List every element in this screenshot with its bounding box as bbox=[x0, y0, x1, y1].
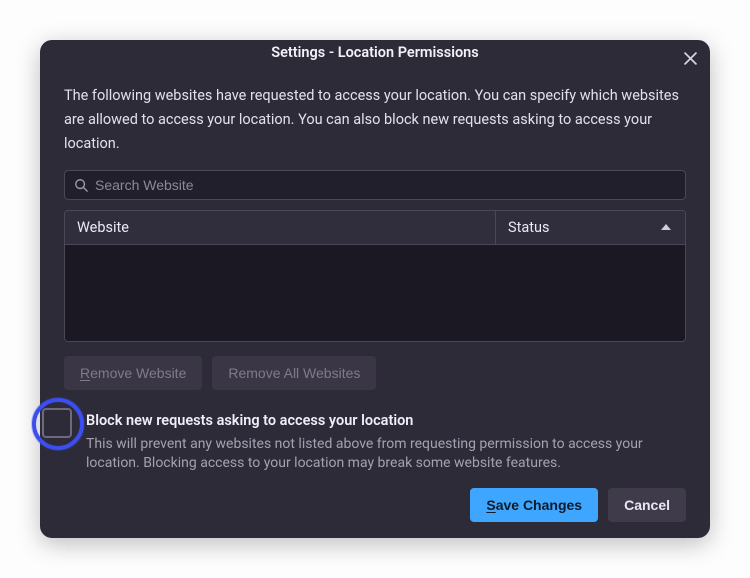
table-header-row: Website Status bbox=[65, 211, 685, 245]
website-table: Website Status bbox=[64, 210, 686, 342]
dialog-body: The following websites have requested to… bbox=[40, 64, 710, 538]
table-body-empty bbox=[65, 245, 685, 341]
column-header-status[interactable]: Status bbox=[495, 211, 685, 244]
save-accelerator: S bbox=[486, 497, 495, 513]
column-header-website[interactable]: Website bbox=[65, 211, 495, 244]
block-new-requests-label: Block new requests asking to access your… bbox=[86, 412, 686, 429]
save-label-rest: ave Changes bbox=[496, 497, 582, 513]
dialog-title: Settings - Location Permissions bbox=[271, 44, 478, 61]
column-header-website-label: Website bbox=[77, 219, 129, 236]
block-new-requests-checkbox[interactable] bbox=[42, 408, 72, 438]
remove-all-websites-label: Remove All Websites bbox=[228, 365, 360, 381]
dialog-description: The following websites have requested to… bbox=[64, 84, 686, 156]
dialog-titlebar: Settings - Location Permissions bbox=[40, 40, 710, 64]
search-icon bbox=[74, 178, 88, 192]
block-texts: Block new requests asking to access your… bbox=[86, 412, 686, 474]
search-input[interactable] bbox=[64, 170, 686, 200]
remove-button-row: Remove Website Remove All Websites bbox=[64, 356, 686, 390]
block-new-requests-description: This will prevent any websites not liste… bbox=[86, 435, 686, 474]
save-changes-button[interactable]: Save Changes bbox=[470, 488, 598, 522]
search-wrap bbox=[64, 170, 686, 200]
remove-website-label-rest: emove Website bbox=[90, 365, 186, 381]
cancel-label: Cancel bbox=[624, 497, 670, 513]
close-icon bbox=[684, 52, 697, 65]
cancel-button[interactable]: Cancel bbox=[608, 488, 686, 522]
settings-dialog: Settings - Location Permissions The foll… bbox=[40, 40, 710, 538]
block-new-requests-section: Block new requests asking to access your… bbox=[64, 412, 686, 474]
remove-website-button[interactable]: Remove Website bbox=[64, 356, 202, 390]
remove-all-websites-button[interactable]: Remove All Websites bbox=[212, 356, 376, 390]
remove-website-accelerator: R bbox=[80, 365, 90, 381]
column-header-status-label: Status bbox=[508, 219, 549, 236]
dialog-footer: Save Changes Cancel bbox=[64, 488, 686, 522]
sort-ascending-icon bbox=[661, 224, 671, 230]
